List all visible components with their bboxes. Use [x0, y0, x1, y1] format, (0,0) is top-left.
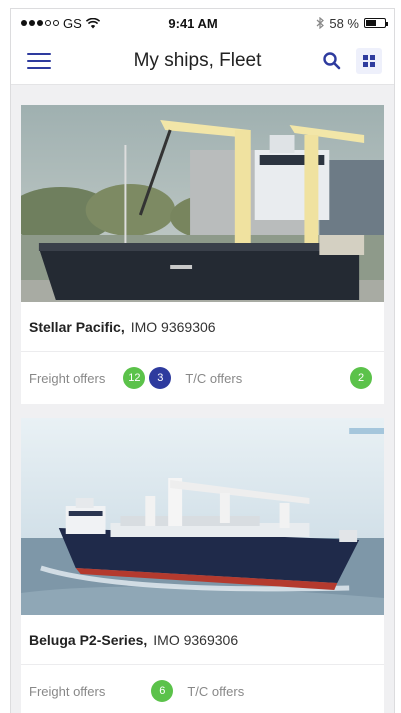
wifi-icon — [85, 17, 100, 28]
freight-offers-badge[interactable]: 6 — [151, 680, 174, 702]
grid-view-icon[interactable] — [356, 47, 382, 74]
nav-bar: My ships, Fleet — [11, 37, 394, 85]
freight-new-offers-badge[interactable]: 3 — [149, 367, 172, 389]
ship-photo — [21, 418, 384, 615]
battery-icon — [364, 18, 388, 28]
tc-offers-label[interactable]: T/C offers — [185, 371, 242, 386]
offers-row: Freight offers 12 3 T/C offers 2 — [21, 352, 384, 404]
battery-percent: 58 % — [329, 15, 359, 31]
tc-offers-label[interactable]: T/C offers — [187, 684, 244, 699]
status-left: GS — [21, 16, 100, 31]
status-bar: GS 9:41 AM 58 % — [11, 9, 394, 37]
nav-actions — [322, 47, 382, 74]
page-title: My ships, Fleet — [133, 49, 262, 71]
ship-title: Beluga P2-Series, IMO 9369306 — [21, 615, 384, 665]
ship-card[interactable]: Beluga P2-Series, IMO 9369306 Freight of… — [21, 418, 384, 713]
tc-offers-badge[interactable]: 2 — [350, 367, 372, 389]
menu-icon[interactable] — [27, 52, 51, 69]
freight-offers-label[interactable]: Freight offers — [29, 684, 105, 699]
offers-row: Freight offers 6 T/C offers — [21, 665, 384, 713]
ship-imo: IMO 9369306 — [153, 631, 239, 648]
signal-icon — [21, 20, 59, 26]
search-icon[interactable] — [322, 51, 342, 71]
phone-screen: GS 9:41 AM 58 % My ships, Fleet Stellar … — [10, 8, 395, 713]
ship-name: Stellar Pacific, — [29, 318, 125, 335]
ship-photo — [21, 105, 384, 302]
ship-title: Stellar Pacific, IMO 9369306 — [21, 302, 384, 352]
freight-offers-label[interactable]: Freight offers — [29, 371, 105, 386]
status-right: 58 % — [316, 15, 388, 31]
status-time: 9:41 AM — [168, 15, 218, 31]
ship-card[interactable]: Stellar Pacific, IMO 9369306 Freight off… — [21, 105, 384, 404]
ship-name: Beluga P2-Series, — [29, 631, 148, 648]
bluetooth-icon — [316, 17, 325, 29]
ship-imo: IMO 9369306 — [130, 318, 216, 335]
carrier-name: GS — [63, 15, 82, 31]
battery-fill — [366, 20, 377, 26]
freight-offers-badge[interactable]: 12 — [123, 367, 146, 389]
ship-list: Stellar Pacific, IMO 9369306 Freight off… — [11, 85, 394, 713]
